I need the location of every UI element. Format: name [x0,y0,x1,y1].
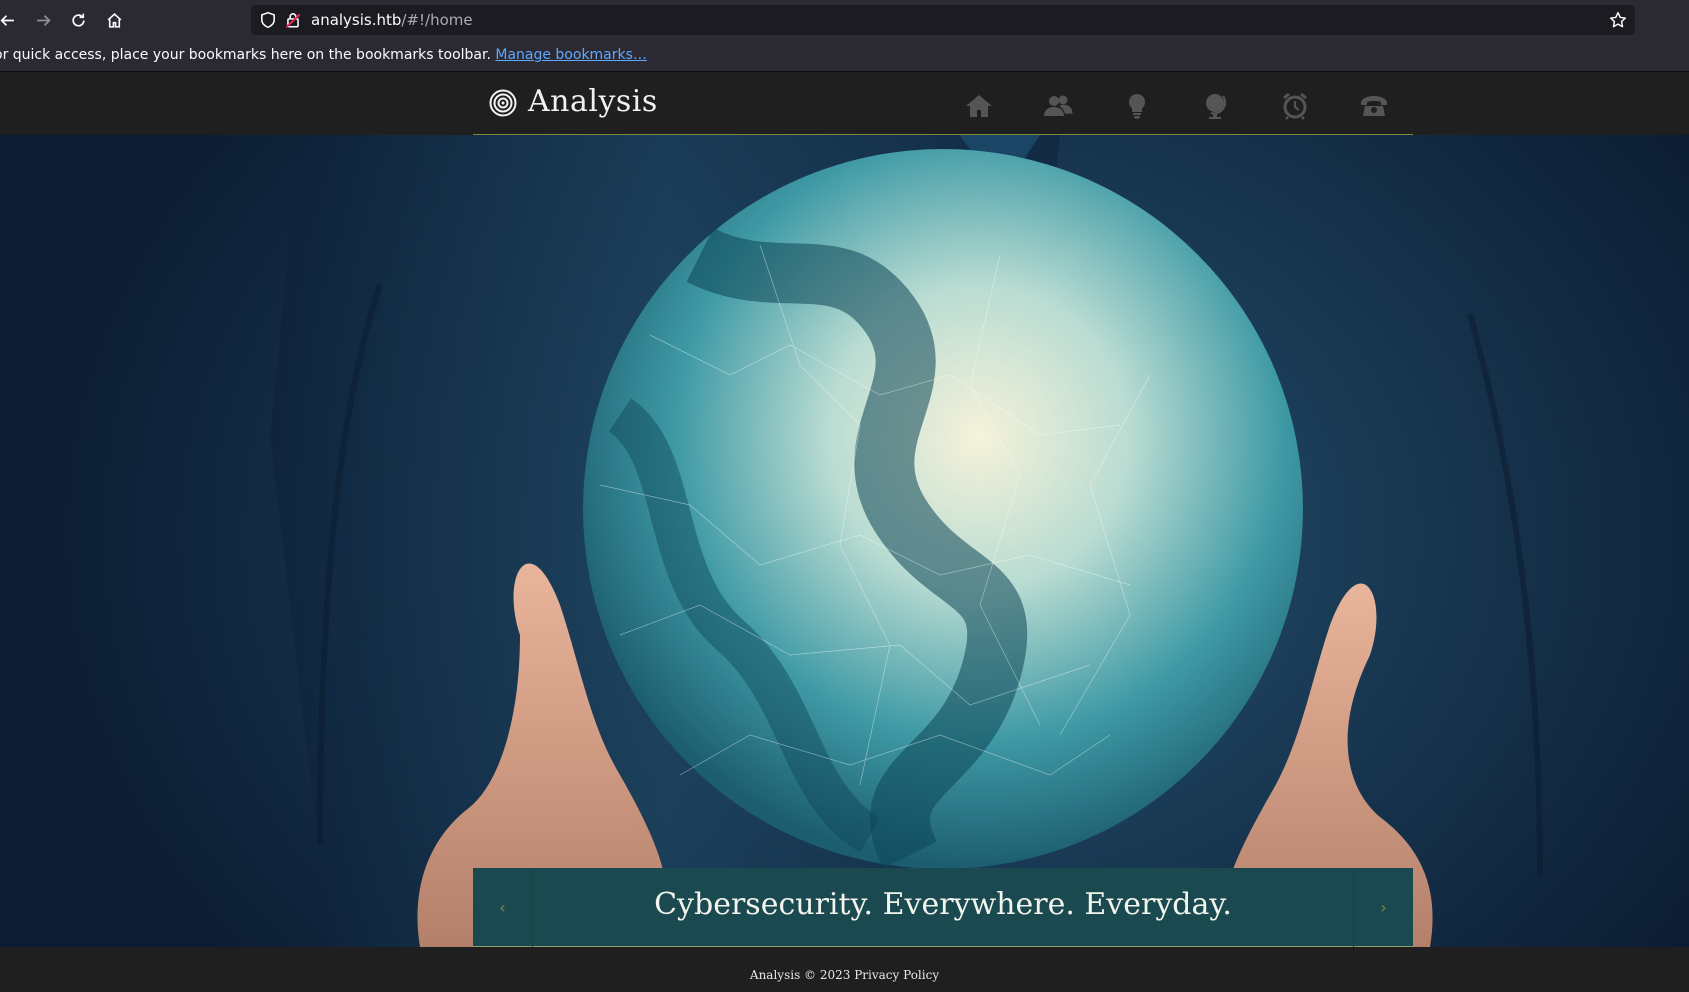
home-icon [107,12,121,28]
nav-services[interactable] [1097,90,1176,122]
url-bar[interactable]: analysis.htb/#!/home [251,5,1635,35]
hero-caption-text: Cybersecurity. Everywhere. Everyday. [654,887,1232,922]
bookmark-star-icon[interactable] [1609,11,1627,29]
site-footer: Analysis © 2023 Privacy Policy [0,947,1689,992]
bookmarks-toolbar: or quick access, place your bookmarks he… [0,40,1689,72]
nav-schedule[interactable] [1255,90,1334,122]
insecure-lock-icon[interactable] [284,11,302,29]
bookmarks-message: or quick access, place your bookmarks he… [0,47,491,63]
slider-next-button[interactable]: › [1353,868,1413,947]
url-text[interactable]: analysis.htb/#!/home [311,11,473,29]
forward-button[interactable] [31,8,55,32]
manage-bookmarks-link[interactable]: Manage bookmarks… [495,47,647,63]
target-logo-icon[interactable] [489,89,517,117]
lightbulb-icon [1128,93,1145,119]
shield-icon[interactable] [259,11,277,29]
site-header: Analysis [0,72,1689,135]
chevron-left-icon: ‹ [499,898,506,917]
slider-prev-button[interactable]: ‹ [473,868,533,947]
nav-home[interactable] [939,90,1018,122]
main-nav [939,90,1413,122]
alarm-clock-icon [1282,92,1307,120]
nav-contact[interactable] [1334,90,1413,122]
arrow-left-icon [0,14,14,26]
reload-icon [71,13,85,27]
home-button[interactable] [102,8,126,32]
hero-image [270,135,1543,947]
back-button[interactable] [0,8,19,32]
hero-slider: ‹ Cybersecurity. Everywhere. Everyday. › [0,135,1689,947]
hero-caption: ‹ Cybersecurity. Everywhere. Everyday. › [473,868,1413,947]
url-path: /#!/home [401,11,473,29]
reload-button[interactable] [66,8,90,32]
users-icon [1043,95,1072,116]
url-host: analysis.htb [311,11,402,29]
header-inner: Analysis [473,72,1413,135]
chevron-right-icon: › [1380,898,1387,917]
home-icon [965,95,992,117]
browser-toolbar: analysis.htb/#!/home [0,0,1689,40]
globe-icon [1205,94,1226,119]
phone-icon [1360,96,1387,116]
footer-text[interactable]: Analysis © 2023 Privacy Policy [0,968,1689,982]
site-brand[interactable]: Analysis [528,84,658,119]
arrow-right-icon [36,14,51,26]
nav-world[interactable] [1176,90,1255,122]
nav-about[interactable] [1018,90,1097,122]
